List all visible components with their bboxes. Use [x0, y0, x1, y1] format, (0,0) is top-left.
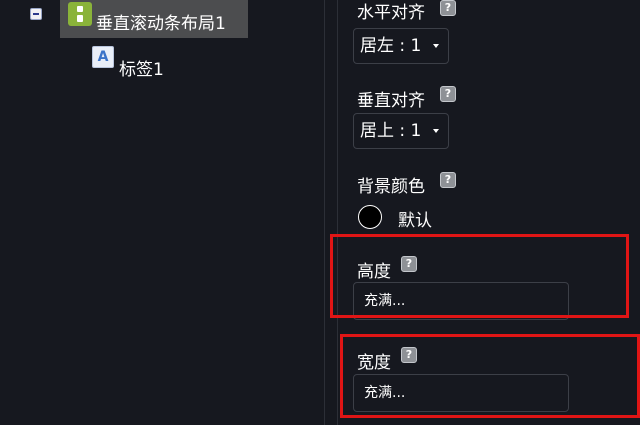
horizontal-align-value: 居左 : 1: [360, 36, 422, 56]
horizontal-align-label: 水平对齐: [357, 3, 425, 23]
tree-node-label-1[interactable]: 标签1: [119, 55, 164, 80]
vertical-align-value: 居上 : 1: [360, 121, 422, 141]
chevron-down-icon: [433, 129, 439, 133]
color-swatch[interactable]: [358, 205, 382, 229]
tree-node-label[interactable]: 垂直滚动条布局1: [96, 9, 226, 34]
panel-splitter[interactable]: [324, 0, 338, 425]
highlight-box-height: [330, 234, 629, 318]
help-icon[interactable]: ?: [440, 0, 456, 16]
help-icon[interactable]: ?: [440, 172, 456, 188]
vertical-align-select[interactable]: 居上 : 1: [353, 113, 449, 149]
background-color-label: 背景颜色: [357, 177, 425, 197]
help-icon[interactable]: ?: [440, 86, 456, 102]
vertical-align-label: 垂直对齐: [357, 91, 425, 111]
highlight-box-width: [340, 334, 640, 418]
background-color-value[interactable]: 默认: [398, 206, 432, 231]
editor-window: 垂直滚动条布局1 A 标签1 水平对齐 ? 居左 : 1 垂直对齐 ? 居上 :…: [0, 0, 640, 425]
collapse-icon[interactable]: [30, 8, 42, 20]
chevron-down-icon: [433, 44, 439, 48]
horizontal-align-select[interactable]: 居左 : 1: [353, 28, 449, 64]
vertical-layout-icon: [68, 2, 92, 26]
label-a-icon: A: [92, 46, 114, 68]
